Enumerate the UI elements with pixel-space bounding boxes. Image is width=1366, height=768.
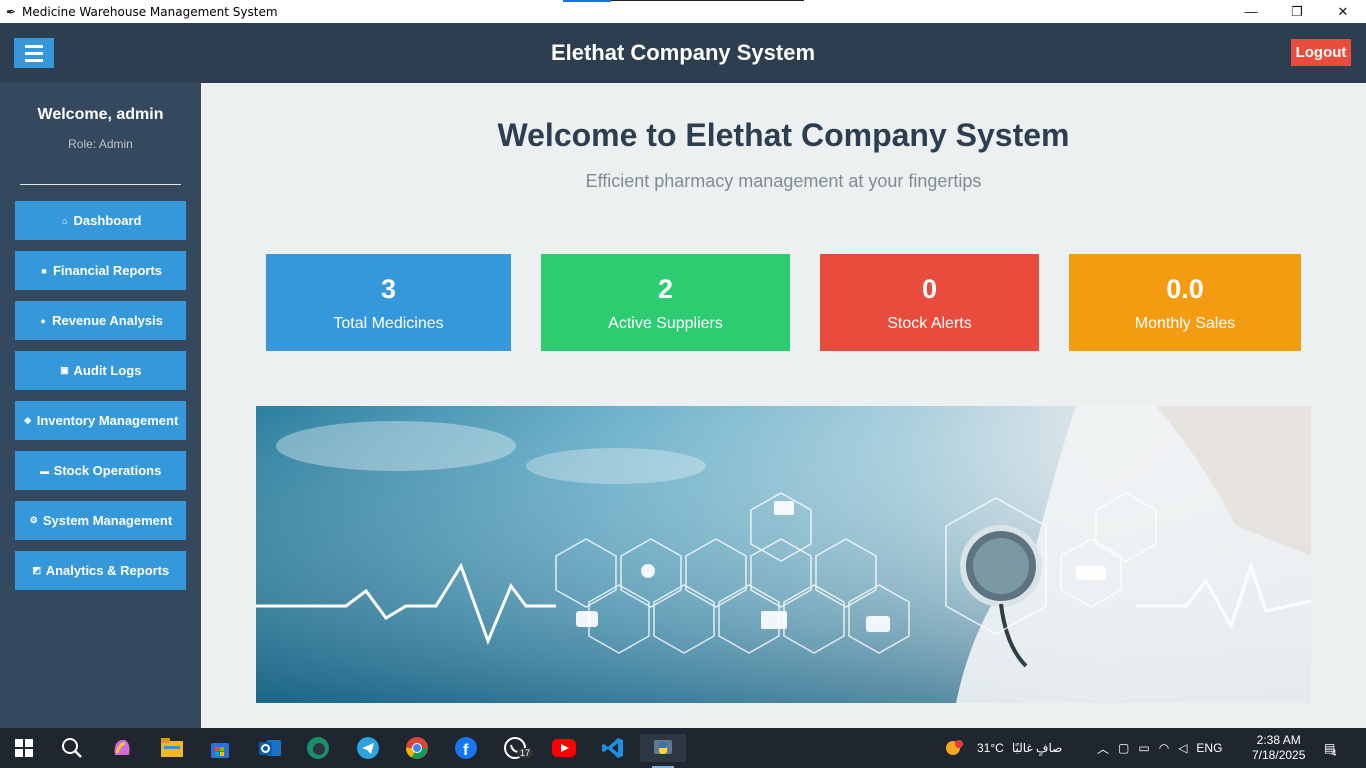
sidebar: Welcome, admin Role: Admin ⌂ Dashboard ■… [0, 83, 201, 728]
taskbar: f 17 31°C صافٍ غالبًا ︿ ▢ ▭ ◠ ◁ ENG 2:38… [0, 728, 1366, 768]
sidebar-item-label: Inventory Management [36, 413, 179, 428]
clipboard-icon: ▣ [60, 365, 69, 375]
welcome-text: Welcome, admin [37, 106, 164, 123]
chrome-icon[interactable] [403, 734, 431, 762]
weather-widget[interactable]: 31°C صافٍ غالبًا [944, 728, 1062, 768]
minimize-button[interactable]: — [1228, 0, 1274, 23]
gear-icon: ⚙ [29, 515, 38, 525]
outlook-icon[interactable] [256, 734, 284, 762]
sidebar-item-revenue-analysis[interactable]: ● Revenue Analysis [15, 301, 186, 340]
sidebar-item-label: System Management [42, 513, 173, 528]
sidebar-item-financial-reports[interactable]: ■ Financial Reports [15, 251, 186, 290]
whatsapp-badge: 17 [517, 748, 534, 758]
volume-icon[interactable]: ◁ [1178, 741, 1187, 755]
battery-icon[interactable]: ▭ [1138, 741, 1149, 755]
close-button[interactable]: ✕ [1320, 0, 1366, 23]
feather-app-icon: ✒ [5, 4, 17, 19]
microsoft-store-icon[interactable] [206, 734, 234, 762]
weather-text: صافٍ غالبًا [1011, 741, 1063, 755]
home-icon: ⌂ [61, 215, 68, 226]
chevron-up-icon[interactable]: ︿ [1097, 740, 1109, 757]
medical-banner-image [256, 406, 1311, 703]
stat-card-monthly-sales: 0.0 Monthly Sales [1069, 254, 1301, 351]
stat-label: Stock Alerts [887, 315, 972, 332]
sidebar-item-label: Audit Logs [73, 363, 142, 378]
wifi-icon[interactable]: ◠ [1159, 741, 1169, 755]
page-subtitle: Efficient pharmacy management at your fi… [585, 171, 982, 191]
stat-card-stock-alerts: 0 Stock Alerts [820, 254, 1039, 351]
telegram-icon[interactable] [354, 734, 382, 762]
sidebar-item-label: Analytics & Reports [45, 563, 170, 578]
sidebar-item-dashboard[interactable]: ⌂ Dashboard [15, 201, 186, 240]
sidebar-item-analytics-reports[interactable]: ◩ Analytics & Reports [15, 551, 186, 590]
windows-start-icon[interactable] [10, 734, 38, 762]
app-title: Elethat Company System [550, 40, 816, 65]
main-content: Welcome to Elethat Company System Effici… [201, 83, 1366, 728]
window-titlebar: ✒ Medicine Warehouse Management System —… [0, 0, 1366, 23]
money-icon: ■ [41, 265, 47, 276]
box-icon: ◈ [24, 415, 32, 425]
sidebar-item-label: Dashboard [73, 213, 142, 228]
sidebar-item-system-management[interactable]: ⚙ System Management [15, 501, 186, 540]
notification-badge: 4 [1331, 748, 1337, 758]
page-title: Welcome to Elethat Company System [497, 117, 1070, 153]
stat-label: Total Medicines [333, 315, 444, 332]
sidebar-item-label: Revenue Analysis [52, 313, 163, 328]
weather-icon [944, 739, 966, 757]
clock-date: 7/18/2025 [1252, 748, 1306, 762]
facebook-icon[interactable]: f [452, 734, 480, 762]
titlebar-progress [563, 0, 804, 2]
chart-icon: ◩ [32, 565, 41, 575]
role-text: Role: Admin [68, 137, 133, 151]
language-indicator[interactable]: ENG [1196, 741, 1222, 755]
restore-button[interactable]: ❐ [1274, 0, 1320, 23]
notification-center[interactable]: ▤ 4 [1324, 728, 1336, 768]
sidebar-item-audit-logs[interactable]: ▣ Audit Logs [15, 351, 186, 390]
weather-temp: 31°C [977, 741, 1004, 755]
stat-card-active-suppliers: 2 Active Suppliers [541, 254, 790, 351]
stat-label: Active Suppliers [608, 315, 723, 332]
file-explorer-icon[interactable] [158, 734, 186, 762]
sidebar-divider [20, 184, 181, 185]
window-title: Medicine Warehouse Management System [22, 4, 278, 19]
stat-value: 3 [380, 274, 397, 304]
stat-value: 2 [657, 274, 674, 304]
system-tray-icons: ︿ ▢ ▭ ◠ ◁ ENG [1097, 728, 1222, 768]
logout-button[interactable]: Logout [1291, 39, 1351, 66]
camera-icon[interactable]: ▢ [1118, 741, 1129, 755]
python-app-icon[interactable] [640, 734, 686, 762]
sidebar-item-inventory-management[interactable]: ◈ Inventory Management [15, 401, 186, 440]
vscode-icon[interactable] [599, 734, 627, 762]
sidebar-item-label: Financial Reports [52, 263, 163, 278]
money-bag-icon: ● [40, 315, 46, 326]
sidebar-item-stock-operations[interactable]: ▬ Stock Operations [15, 451, 186, 490]
youtube-icon[interactable] [550, 734, 578, 762]
svg-text:f: f [463, 742, 469, 759]
search-icon[interactable] [58, 734, 86, 762]
stat-value: 0 [921, 274, 938, 304]
sidebar-item-label: Stock Operations [53, 463, 162, 478]
clock-time: 2:38 AM [1256, 733, 1301, 747]
stat-value: 0.0 [1166, 274, 1204, 304]
app-header: Elethat Company System Logout [0, 23, 1366, 83]
stat-label: Monthly Sales [1134, 315, 1236, 332]
clock[interactable]: 2:38 AM 7/18/2025 [1252, 728, 1305, 768]
stat-card-total-medicines: 3 Total Medicines [266, 254, 511, 351]
truck-icon: ▬ [40, 465, 50, 476]
copilot-icon[interactable] [108, 734, 136, 762]
edge-icon[interactable] [304, 734, 332, 762]
